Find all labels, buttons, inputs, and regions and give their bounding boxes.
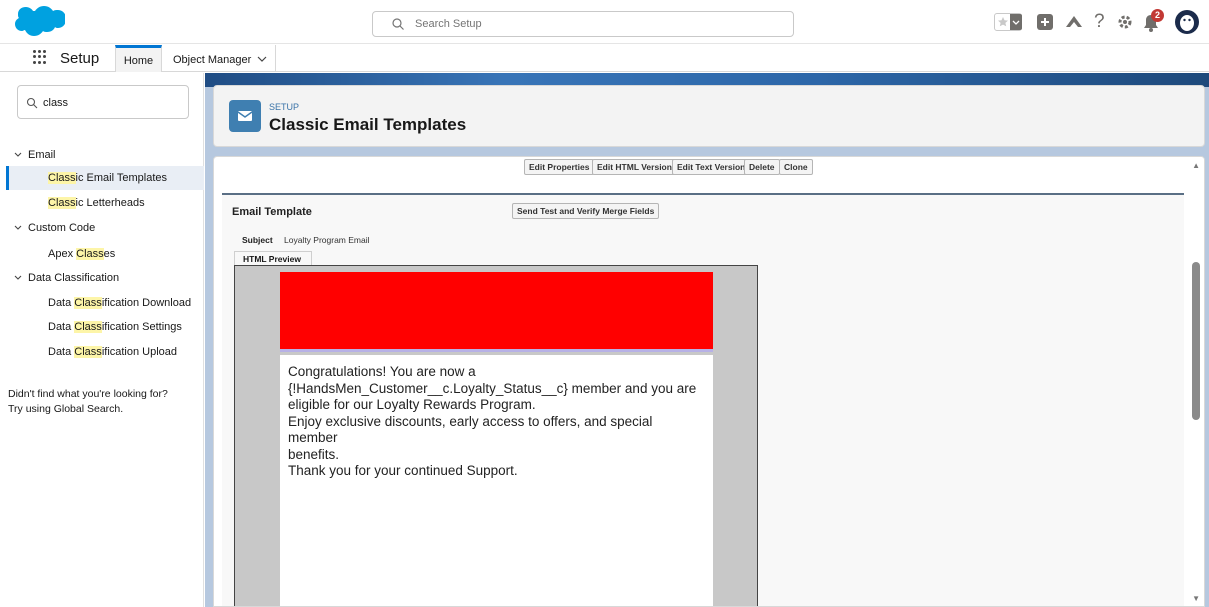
template-detail-panel: Edit Properties Edit HTML Version Edit T… (213, 156, 1205, 607)
search-highlight: Class (76, 248, 104, 260)
not-found-hint: Didn't find what you're looking for? Try… (8, 387, 168, 417)
chevron-down-icon (1012, 20, 1020, 25)
add-icon[interactable] (1036, 13, 1054, 31)
tab-object-manager[interactable]: Object Manager (163, 45, 276, 72)
clone-button[interactable]: Clone (779, 159, 813, 175)
edit-properties-button[interactable]: Edit Properties (524, 159, 595, 175)
search-icon (392, 18, 404, 30)
email-icon (229, 100, 261, 132)
email-body-line: Thank you for your continued Support. (288, 463, 518, 478)
subject-label: Subject (242, 235, 273, 245)
sidebar-section-custom-code[interactable]: Custom Code (14, 222, 95, 234)
scroll-up-arrow-icon[interactable]: ▲ (1192, 161, 1200, 170)
not-found-line-1: Didn't find what you're looking for? (8, 388, 168, 400)
quick-find-input[interactable]: class (17, 85, 189, 119)
search-placeholder: Search Setup (415, 18, 482, 30)
trailhead-icon[interactable] (1064, 13, 1084, 31)
email-body-line: eligible for our Loyalty Rewards Program… (288, 397, 536, 412)
salesforce-logo-icon[interactable] (15, 5, 65, 39)
avatar[interactable] (1174, 9, 1200, 35)
email-body-line: {!HandsMen_Customer__c.Loyalty_Status__c… (288, 380, 697, 396)
app-nav-bar: Setup Home Object Manager (0, 44, 1209, 72)
search-highlight: Class (48, 172, 76, 184)
sidebar-item-classic-letterheads[interactable]: Classic Letterheads (48, 197, 145, 209)
tab-object-manager-label: Object Manager (173, 54, 252, 66)
quick-find-value: class (43, 97, 69, 109)
help-icon[interactable]: ? (1094, 11, 1105, 33)
chevron-down-icon (14, 152, 22, 157)
scroll-down-arrow-icon[interactable]: ▼ (1192, 594, 1200, 603)
vertical-scrollbar[interactable]: ▲ ▼ (1188, 157, 1204, 606)
main-content-area: SETUP Classic Email Templates Edit Prope… (205, 73, 1209, 607)
sidebar-section-email[interactable]: Email (14, 149, 56, 161)
email-body-line: benefits. (288, 446, 340, 462)
email-body: Congratulations! You are now a {!HandsMe… (280, 355, 713, 606)
edit-html-version-button[interactable]: Edit HTML Version (592, 159, 677, 175)
email-template-label: Email Template (232, 206, 312, 218)
edit-text-version-button[interactable]: Edit Text Version (672, 159, 751, 175)
star-icon (998, 17, 1008, 27)
tab-html-preview[interactable]: HTML Preview (234, 251, 312, 265)
sidebar-item-classic-email-templates[interactable]: Classic Email Templates (6, 166, 204, 190)
sidebar-item-data-classification-settings[interactable]: Data Classification Settings (48, 321, 182, 333)
page-title: Classic Email Templates (269, 115, 467, 134)
not-found-line-2: Try using Global Search. (8, 403, 124, 415)
sidebar-section-label: Data Classification (28, 272, 120, 284)
app-name: Setup (60, 50, 100, 67)
search-icon (26, 97, 38, 109)
tab-home[interactable]: Home (115, 45, 162, 72)
page-header: SETUP Classic Email Templates (213, 85, 1205, 147)
search-highlight: Class (74, 321, 102, 333)
html-preview-frame: Congratulations! You are now a {!HandsMe… (234, 265, 758, 606)
subject-value: Loyalty Program Email (284, 235, 370, 245)
chevron-down-icon[interactable] (257, 56, 267, 62)
email-body-line: Enjoy exclusive discounts, early access … (288, 413, 653, 446)
chevron-down-icon (14, 275, 22, 280)
search-highlight: Class (74, 346, 102, 358)
search-highlight: Class (48, 197, 76, 209)
page-eyebrow: SETUP (269, 102, 300, 112)
email-header-banner (280, 272, 713, 352)
send-test-button[interactable]: Send Test and Verify Merge Fields (512, 203, 660, 219)
sidebar-item-data-classification-download[interactable]: Data Classification Download (48, 297, 191, 309)
scrollbar-thumb[interactable] (1192, 262, 1200, 420)
app-launcher-icon[interactable] (33, 50, 47, 64)
delete-button[interactable]: Delete (744, 159, 780, 175)
gear-icon[interactable] (1116, 13, 1134, 31)
favorites-button[interactable] (994, 13, 1022, 31)
notification-badge: 2 (1151, 9, 1164, 22)
global-search-input[interactable]: Search Setup (372, 11, 794, 37)
sidebar-section-label: Custom Code (28, 222, 96, 234)
email-body-line: Congratulations! You are now a (288, 364, 476, 379)
email-template-section: Email Template Send Test and Verify Merg… (222, 193, 1184, 606)
sidebar-section-label: Email (28, 149, 56, 161)
chevron-down-icon (14, 225, 22, 230)
sidebar-item-apex-classes[interactable]: Apex Classes (48, 248, 115, 260)
global-header: Search Setup ? 2 (0, 0, 1209, 44)
sidebar-item-data-classification-upload[interactable]: Data Classification Upload (48, 346, 177, 358)
setup-sidebar: class Email Classic Email Templates Clas… (0, 73, 204, 607)
search-highlight: Class (74, 297, 102, 309)
sidebar-section-data-classification[interactable]: Data Classification (14, 272, 119, 284)
